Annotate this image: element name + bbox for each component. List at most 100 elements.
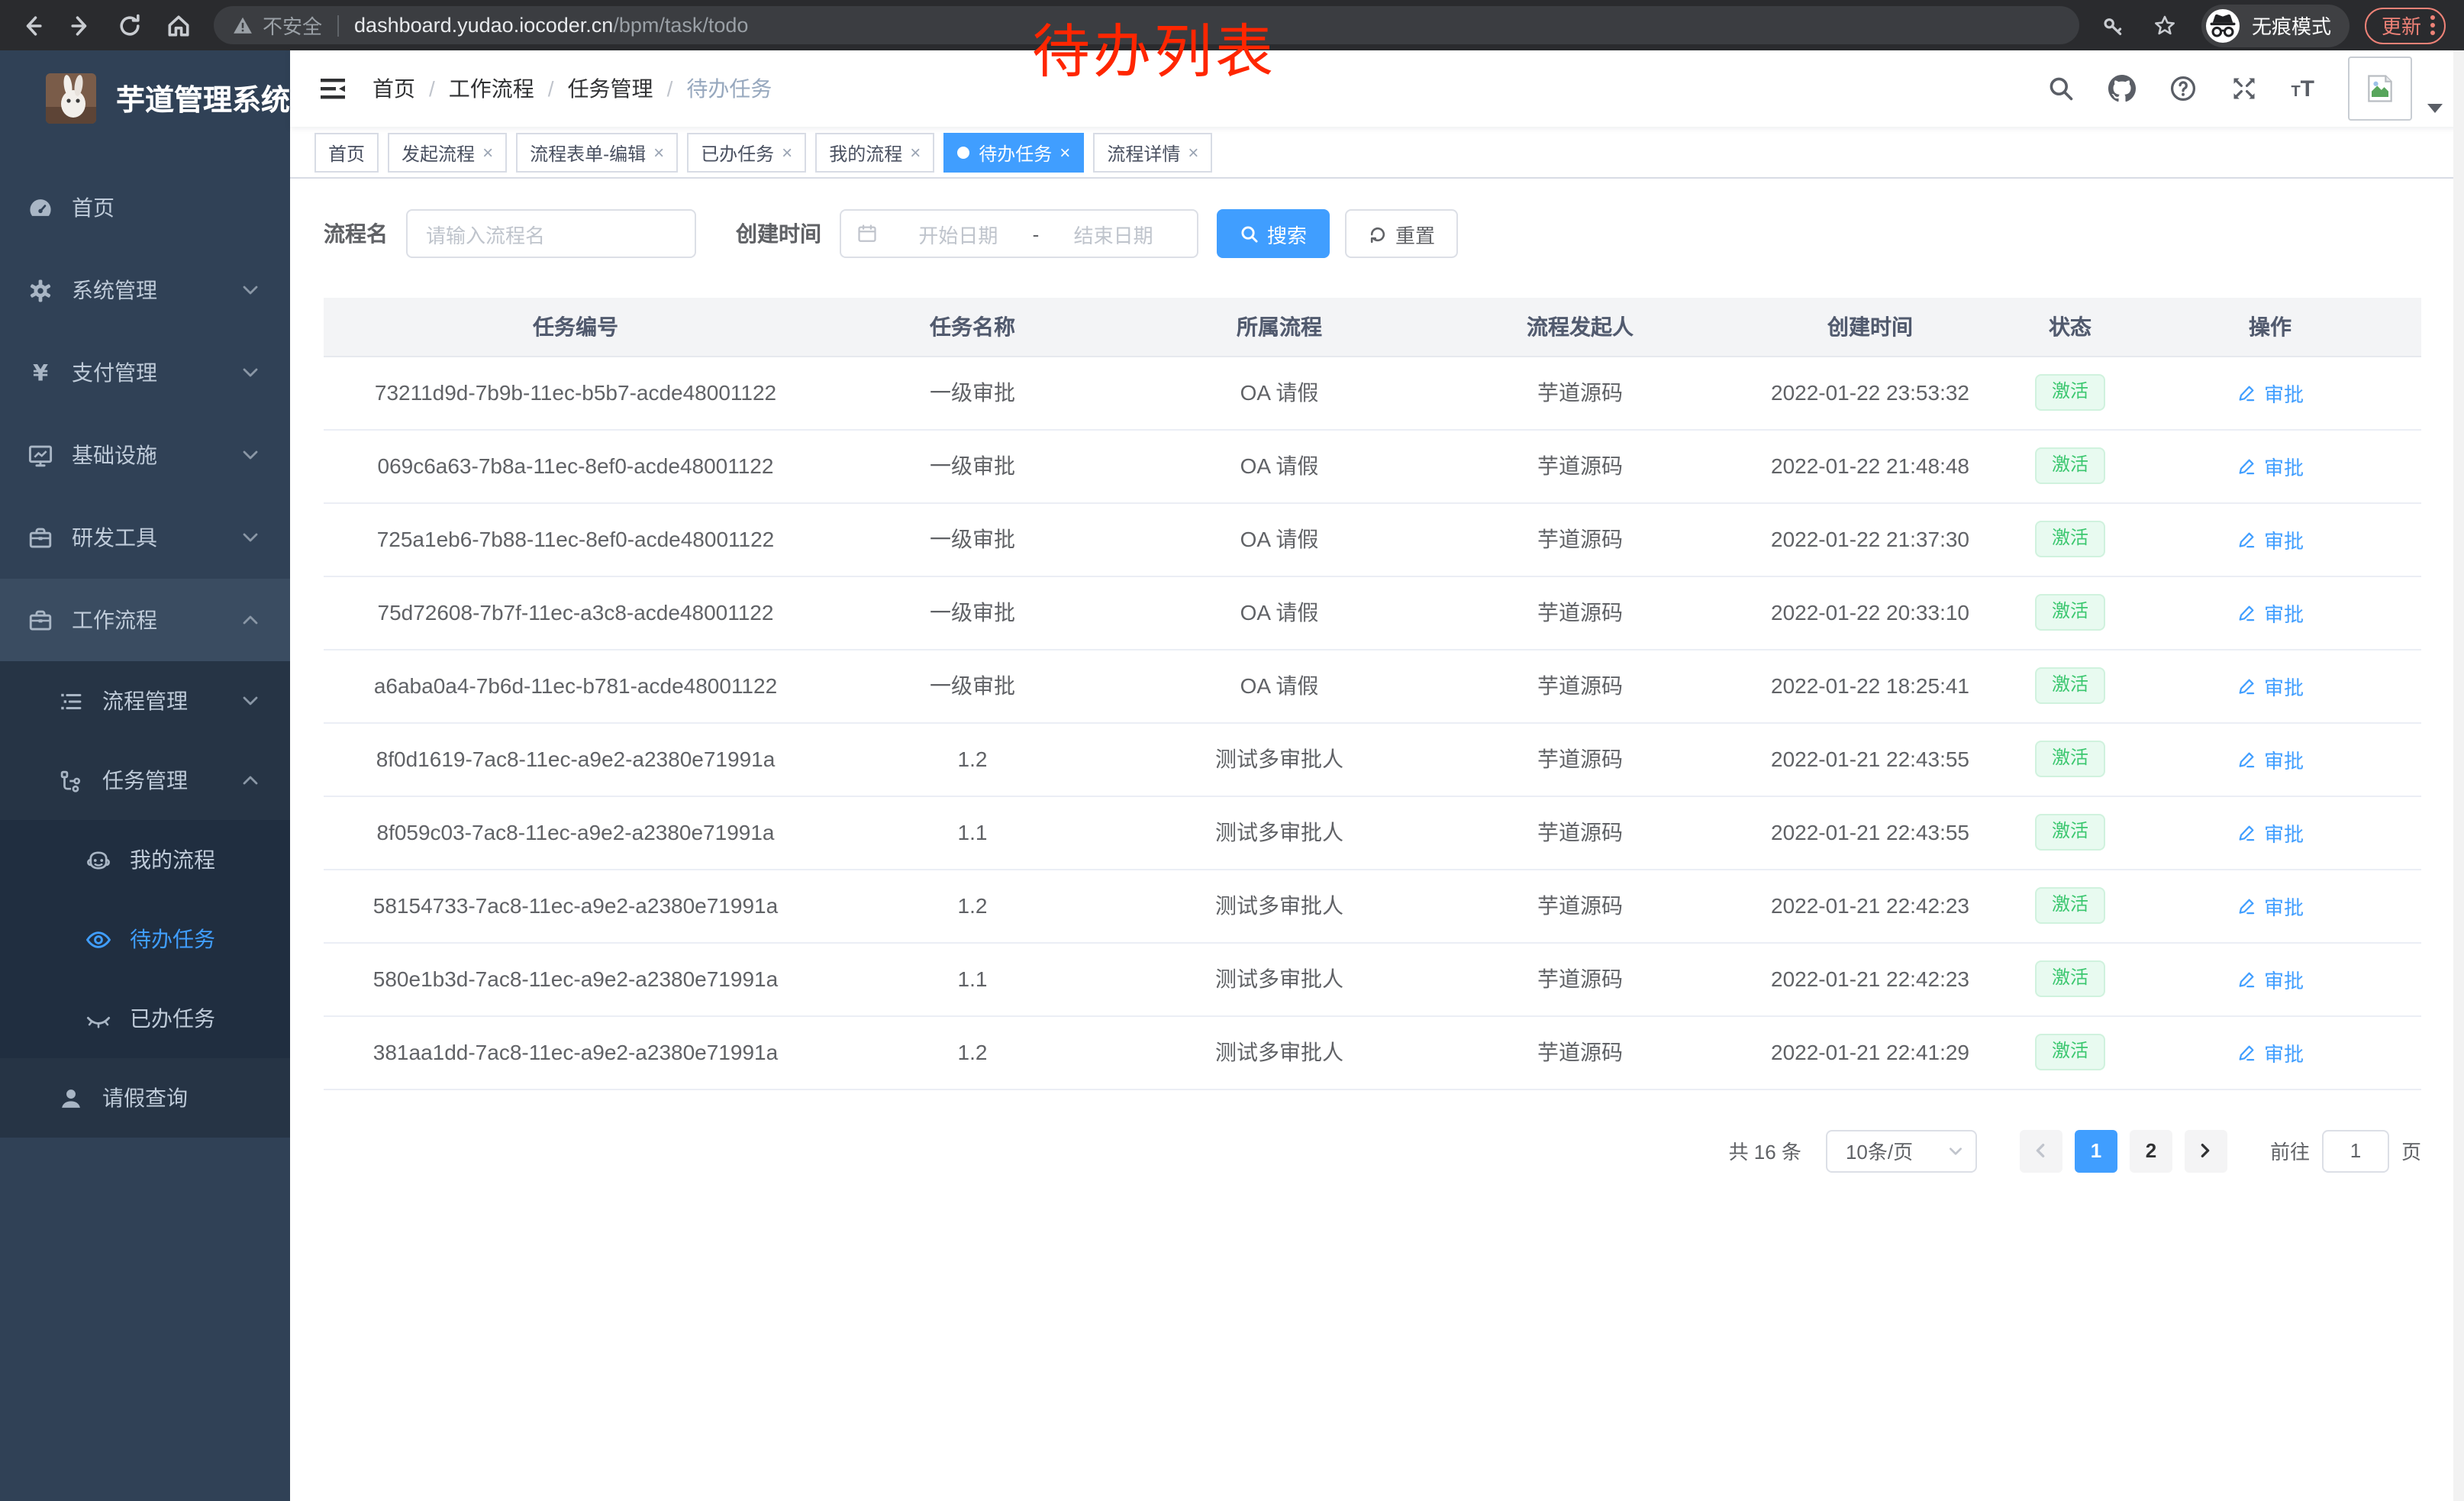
column-header: 流程发起人 — [1441, 298, 1719, 356]
search-button-icon — [1240, 224, 1259, 244]
approve-link[interactable]: 审批 — [2237, 1038, 2304, 1067]
tab-待办任务[interactable]: 待办任务× — [943, 133, 1084, 173]
breadcrumb-item[interactable]: 工作流程 — [449, 73, 534, 104]
browser-reload-icon[interactable] — [116, 11, 144, 39]
cell-name: 1.2 — [827, 869, 1118, 942]
chevron-down-icon — [241, 692, 260, 710]
app-logo-row[interactable]: 芋道管理系统 — [0, 50, 290, 145]
cell-status: 激活 — [2021, 1015, 2119, 1089]
help-icon[interactable] — [2169, 75, 2196, 102]
page-size-select[interactable]: 10条/页 — [1826, 1129, 1977, 1172]
browser-back-icon[interactable] — [18, 11, 46, 39]
approve-link[interactable]: 审批 — [2237, 671, 2304, 700]
sidebar-item-flow[interactable]: 任务管理 — [0, 741, 290, 820]
search-icon[interactable] — [2046, 75, 2074, 102]
approve-link[interactable]: 审批 — [2237, 378, 2304, 407]
approve-link[interactable]: 审批 — [2237, 818, 2304, 847]
filter-bar: 流程名 请输入流程名 创建时间 开始日期 - 结束日期 搜索 重置 — [324, 209, 2433, 258]
reset-button-label: 重置 — [1395, 219, 1435, 248]
sidebar-item-dashboard[interactable]: 首页 — [0, 166, 290, 249]
sidebar-item-label: 支付管理 — [72, 357, 157, 388]
range-separator: - — [1033, 222, 1040, 245]
scrollbar[interactable] — [2453, 50, 2464, 1501]
browser-home-icon[interactable] — [165, 11, 192, 39]
password-key-icon[interactable] — [2101, 13, 2125, 37]
sidebar-item-list[interactable]: 流程管理 — [0, 661, 290, 741]
page-button-2[interactable]: 2 — [2130, 1129, 2172, 1172]
cell-name: 一级审批 — [827, 576, 1118, 649]
breadcrumb-item[interactable]: 任务管理 — [568, 73, 653, 104]
robot-icon — [85, 847, 111, 873]
approve-link[interactable]: 审批 — [2237, 964, 2304, 993]
avatar-caret-icon[interactable] — [2427, 104, 2443, 113]
sidebar-item-briefcase[interactable]: 工作流程 — [0, 579, 290, 661]
sidebar: 芋道管理系统 首页系统管理¥支付管理基础设施研发工具工作流程流程管理任务管理我的… — [0, 50, 290, 1501]
sidebar-item-eye-closed[interactable]: 已办任务 — [0, 979, 290, 1058]
pen-icon — [2237, 602, 2256, 622]
security-label[interactable]: 不安全 — [263, 11, 322, 40]
status-badge: 激活 — [2035, 814, 2105, 850]
breadcrumb-separator: / — [667, 76, 673, 101]
tab-发起流程[interactable]: 发起流程× — [388, 133, 507, 173]
fullscreen-icon[interactable] — [2230, 75, 2257, 102]
approve-link-label: 审批 — [2264, 891, 2304, 920]
prev-page-button[interactable] — [2020, 1129, 2062, 1172]
sidebar-item-yen[interactable]: ¥支付管理 — [0, 331, 290, 414]
browser-forward-icon[interactable] — [67, 11, 95, 39]
tab-close-icon[interactable]: × — [782, 144, 792, 162]
cell-process: 测试多审批人 — [1118, 1015, 1441, 1089]
tab-已办任务[interactable]: 已办任务× — [687, 133, 806, 173]
tab-流程表单-编辑[interactable]: 流程表单-编辑 × — [516, 133, 678, 173]
tab-流程详情[interactable]: 流程详情× — [1093, 133, 1212, 173]
chevron-left-icon — [2033, 1142, 2050, 1159]
tab-我的流程[interactable]: 我的流程× — [815, 133, 934, 173]
approve-link[interactable]: 审批 — [2237, 744, 2304, 773]
sidebar-item-gear[interactable]: 系统管理 — [0, 249, 290, 331]
cell-status: 激活 — [2021, 576, 2119, 649]
cell-status: 激活 — [2021, 869, 2119, 942]
sidebar-item-robot[interactable]: 我的流程 — [0, 820, 290, 899]
pen-icon — [2237, 529, 2256, 549]
cell-name: 1.2 — [827, 722, 1118, 796]
approve-link[interactable]: 审批 — [2237, 451, 2304, 480]
sidebar-item-toolbox[interactable]: 研发工具 — [0, 496, 290, 579]
reset-button[interactable]: 重置 — [1345, 209, 1458, 258]
goto-page-input[interactable]: 1 — [2322, 1129, 2389, 1172]
tab-close-icon[interactable]: × — [1059, 144, 1070, 162]
approve-link[interactable]: 审批 — [2237, 598, 2304, 627]
approve-link[interactable]: 审批 — [2237, 891, 2304, 920]
tab-label: 流程表单-编辑 — [530, 140, 646, 166]
page-button-1[interactable]: 1 — [2075, 1129, 2117, 1172]
next-page-button[interactable] — [2185, 1129, 2227, 1172]
breadcrumb-separator: / — [548, 76, 554, 101]
tab-close-icon[interactable]: × — [910, 144, 921, 162]
browser-update-button[interactable]: 更新 — [2365, 7, 2446, 44]
sidebar-item-user[interactable]: 请假查询 — [0, 1058, 290, 1138]
status-badge: 激活 — [2035, 447, 2105, 483]
tab-close-icon[interactable]: × — [653, 144, 664, 162]
status-badge: 激活 — [2035, 667, 2105, 703]
font-size-icon[interactable]: TT — [2291, 77, 2314, 100]
breadcrumb-item: 待办任务 — [686, 73, 772, 104]
cell-starter: 芋道源码 — [1441, 356, 1719, 429]
sidebar-menu: 首页系统管理¥支付管理基础设施研发工具工作流程流程管理任务管理我的流程待办任务已… — [0, 166, 290, 1138]
tab-close-icon[interactable]: × — [1188, 144, 1198, 162]
process-name-placeholder: 请输入流程名 — [426, 219, 545, 248]
avatar[interactable] — [2348, 56, 2412, 121]
search-button[interactable]: 搜索 — [1217, 209, 1330, 258]
sidebar-item-monitor[interactable]: 基础设施 — [0, 414, 290, 496]
sidebar-item-eye[interactable]: 待办任务 — [0, 899, 290, 979]
sidebar-item-label: 首页 — [72, 192, 114, 223]
process-name-input[interactable]: 请输入流程名 — [406, 209, 696, 258]
browser-menu-icon[interactable] — [2430, 15, 2435, 35]
approve-link[interactable]: 审批 — [2237, 525, 2304, 554]
sidebar-collapse-icon[interactable] — [318, 73, 348, 104]
search-button-label: 搜索 — [1267, 219, 1307, 248]
cell-id: 381aa1dd-7ac8-11ec-a9e2-a2380e71991a — [324, 1015, 827, 1089]
date-range-input[interactable]: 开始日期 - 结束日期 — [840, 209, 1198, 258]
bookmark-star-icon[interactable] — [2153, 13, 2177, 37]
github-icon[interactable] — [2108, 75, 2135, 102]
tab-close-icon[interactable]: × — [482, 144, 493, 162]
tab-首页[interactable]: 首页 — [314, 133, 379, 173]
breadcrumb-item[interactable]: 首页 — [373, 73, 415, 104]
